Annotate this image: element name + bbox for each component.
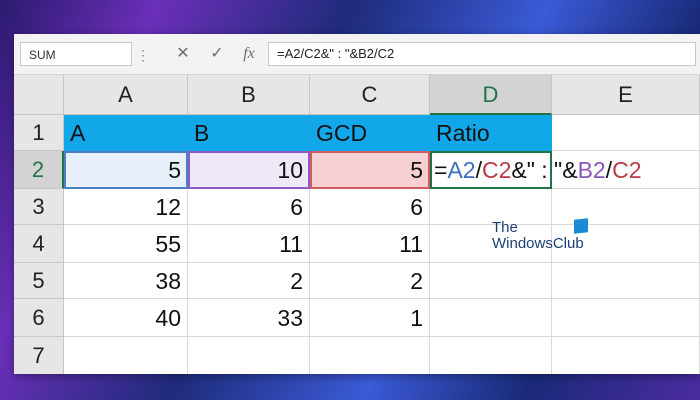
- formula-input[interactable]: =A2/C2&" : "&B2/C2: [268, 42, 696, 66]
- cell-c3[interactable]: 6: [310, 189, 430, 225]
- cell-d5[interactable]: [430, 263, 552, 299]
- cell-e7[interactable]: [552, 337, 700, 374]
- formula-concat: &" : "&: [511, 157, 578, 183]
- cell-e5[interactable]: [552, 263, 700, 299]
- watermark: The WindowsClub: [492, 218, 588, 252]
- formula-ref-c2: C2: [481, 157, 512, 183]
- column-header-a[interactable]: A: [64, 75, 188, 115]
- cell-b4[interactable]: 11: [188, 225, 310, 263]
- row-header-3[interactable]: 3: [14, 189, 64, 225]
- formula-ref-b2: B2: [577, 157, 606, 183]
- formula-equals: =: [434, 157, 448, 183]
- cell-c2[interactable]: 5: [310, 151, 430, 189]
- name-box[interactable]: SUM ⋮: [20, 42, 150, 66]
- row-header-1[interactable]: 1: [14, 115, 64, 151]
- insert-function-icon[interactable]: fx: [236, 42, 262, 66]
- cell-c5[interactable]: 2: [310, 263, 430, 299]
- watermark-line2: WindowsClub: [492, 235, 584, 252]
- cell-a1[interactable]: A: [64, 115, 188, 151]
- formula-ref-c2-2: C2: [612, 157, 642, 183]
- watermark-logo-icon: [574, 218, 588, 234]
- watermark-line1: The: [492, 219, 518, 236]
- cell-a6[interactable]: 40: [64, 299, 188, 337]
- cell-a4[interactable]: 55: [64, 225, 188, 263]
- cell-a5[interactable]: 38: [64, 263, 188, 299]
- cell-b6[interactable]: 33: [188, 299, 310, 337]
- column-header-e[interactable]: E: [552, 75, 700, 115]
- cell-d6[interactable]: [430, 299, 552, 337]
- formula-ref-a2: A2: [447, 157, 476, 183]
- row-header-4[interactable]: 4: [14, 225, 64, 263]
- cell-c7[interactable]: [310, 337, 430, 374]
- cell-b7[interactable]: [188, 337, 310, 374]
- name-box-value: SUM: [29, 48, 56, 62]
- cell-b5[interactable]: 2: [188, 263, 310, 299]
- cell-a7[interactable]: [64, 337, 188, 374]
- excel-window: SUM ⋮ ✕ ✓ fx =A2/C2&" : "&B2/C2 A B C D …: [14, 34, 700, 374]
- column-header-d[interactable]: D: [430, 75, 552, 115]
- formula-bar: SUM ⋮ ✕ ✓ fx =A2/C2&" : "&B2/C2: [14, 34, 700, 75]
- column-header-b[interactable]: B: [188, 75, 310, 115]
- enter-check-icon[interactable]: ✓: [204, 42, 230, 66]
- cell-b2[interactable]: 10: [188, 151, 310, 189]
- row-header-5[interactable]: 5: [14, 263, 64, 299]
- cell-b1[interactable]: B: [188, 115, 310, 151]
- cell-e6[interactable]: [552, 299, 700, 337]
- row-header-7[interactable]: 7: [14, 337, 64, 374]
- cell-c4[interactable]: 11: [310, 225, 430, 263]
- cell-e1[interactable]: [552, 115, 700, 151]
- cell-c1[interactable]: GCD: [310, 115, 430, 151]
- more-dots-icon[interactable]: ⋮: [136, 43, 150, 67]
- cell-d1[interactable]: Ratio: [430, 115, 552, 151]
- cell-b3[interactable]: 6: [188, 189, 310, 225]
- column-header-c[interactable]: C: [310, 75, 430, 115]
- cancel-icon[interactable]: ✕: [170, 42, 196, 66]
- cell-a3[interactable]: 12: [64, 189, 188, 225]
- row-header-6[interactable]: 6: [14, 299, 64, 337]
- cell-a2[interactable]: 5: [64, 151, 188, 189]
- in-cell-formula: =A2/C2&" : "&B2/C2: [430, 151, 642, 189]
- cell-d2-active[interactable]: =A2/C2&" : "&B2/C2: [430, 151, 642, 189]
- cell-d7[interactable]: [430, 337, 552, 374]
- row-header-2[interactable]: 2: [14, 151, 64, 189]
- select-all-corner[interactable]: [14, 75, 64, 115]
- cell-c6[interactable]: 1: [310, 299, 430, 337]
